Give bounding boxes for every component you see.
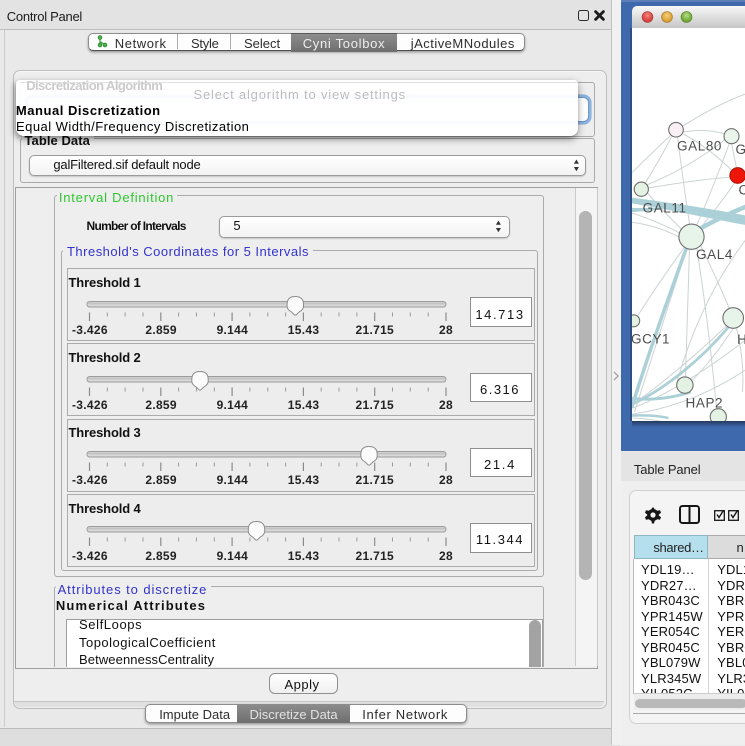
svg-text:G.: G.	[735, 142, 745, 157]
svg-text:C: C	[738, 183, 745, 198]
svg-text:GAL80: GAL80	[677, 138, 722, 153]
svg-text:GAL11: GAL11	[642, 200, 686, 215]
svg-text:H: H	[737, 332, 745, 347]
svg-text:GAL4: GAL4	[696, 247, 733, 262]
svg-text:GCY1: GCY1	[632, 331, 670, 346]
svg-text:HAP2: HAP2	[685, 396, 723, 411]
